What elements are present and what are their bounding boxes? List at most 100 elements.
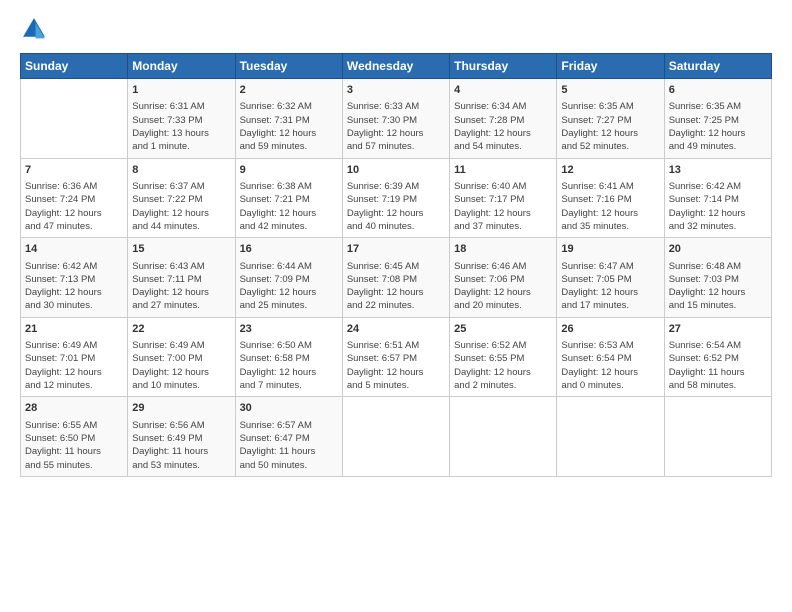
header-cell-thursday: Thursday (450, 54, 557, 79)
header-cell-sunday: Sunday (21, 54, 128, 79)
day-number: 14 (25, 242, 123, 257)
day-info: Sunrise: 6:31 AM Sunset: 7:33 PM Dayligh… (132, 100, 230, 153)
day-info: Sunrise: 6:55 AM Sunset: 6:50 PM Dayligh… (25, 419, 123, 472)
week-row-4: 21 Sunrise: 6:49 AM Sunset: 7:01 PM Dayli… (21, 317, 772, 397)
day-cell: 7 Sunrise: 6:36 AM Sunset: 7:24 PM Daylig… (21, 158, 128, 238)
day-cell: 11 Sunrise: 6:40 AM Sunset: 7:17 PM Dayli… (450, 158, 557, 238)
day-cell: 27 Sunrise: 6:54 AM Sunset: 6:52 PM Dayli… (664, 317, 771, 397)
day-number: 23 (240, 322, 338, 337)
day-cell: 28 Sunrise: 6:55 AM Sunset: 6:50 PM Dayli… (21, 397, 128, 477)
day-info: Sunrise: 6:37 AM Sunset: 7:22 PM Dayligh… (132, 180, 230, 233)
day-info: Sunrise: 6:42 AM Sunset: 7:13 PM Dayligh… (25, 260, 123, 313)
day-cell (450, 397, 557, 477)
day-info: Sunrise: 6:42 AM Sunset: 7:14 PM Dayligh… (669, 180, 767, 233)
header-cell-wednesday: Wednesday (342, 54, 449, 79)
day-number: 25 (454, 322, 552, 337)
day-number: 11 (454, 163, 552, 178)
day-cell: 1 Sunrise: 6:31 AM Sunset: 7:33 PM Daylig… (128, 79, 235, 159)
day-cell (342, 397, 449, 477)
day-cell: 30 Sunrise: 6:57 AM Sunset: 6:47 PM Dayli… (235, 397, 342, 477)
day-cell: 18 Sunrise: 6:46 AM Sunset: 7:06 PM Dayli… (450, 238, 557, 318)
day-info: Sunrise: 6:36 AM Sunset: 7:24 PM Dayligh… (25, 180, 123, 233)
header-cell-tuesday: Tuesday (235, 54, 342, 79)
day-info: Sunrise: 6:35 AM Sunset: 7:27 PM Dayligh… (561, 100, 659, 153)
day-cell: 5 Sunrise: 6:35 AM Sunset: 7:27 PM Daylig… (557, 79, 664, 159)
day-info: Sunrise: 6:52 AM Sunset: 6:55 PM Dayligh… (454, 339, 552, 392)
day-info: Sunrise: 6:41 AM Sunset: 7:16 PM Dayligh… (561, 180, 659, 233)
day-number: 17 (347, 242, 445, 257)
day-info: Sunrise: 6:53 AM Sunset: 6:54 PM Dayligh… (561, 339, 659, 392)
day-info: Sunrise: 6:56 AM Sunset: 6:49 PM Dayligh… (132, 419, 230, 472)
day-cell: 21 Sunrise: 6:49 AM Sunset: 7:01 PM Dayli… (21, 317, 128, 397)
day-cell: 29 Sunrise: 6:56 AM Sunset: 6:49 PM Dayli… (128, 397, 235, 477)
day-info: Sunrise: 6:49 AM Sunset: 7:01 PM Dayligh… (25, 339, 123, 392)
day-number: 5 (561, 83, 659, 98)
day-info: Sunrise: 6:43 AM Sunset: 7:11 PM Dayligh… (132, 260, 230, 313)
day-info: Sunrise: 6:33 AM Sunset: 7:30 PM Dayligh… (347, 100, 445, 153)
day-number: 20 (669, 242, 767, 257)
day-cell: 25 Sunrise: 6:52 AM Sunset: 6:55 PM Dayli… (450, 317, 557, 397)
week-row-2: 7 Sunrise: 6:36 AM Sunset: 7:24 PM Daylig… (21, 158, 772, 238)
day-number: 30 (240, 401, 338, 416)
day-info: Sunrise: 6:40 AM Sunset: 7:17 PM Dayligh… (454, 180, 552, 233)
week-row-3: 14 Sunrise: 6:42 AM Sunset: 7:13 PM Dayli… (21, 238, 772, 318)
day-cell: 6Sunrise: 6:35 AM Sunset: 7:25 PM Daylig… (664, 79, 771, 159)
day-number: 21 (25, 322, 123, 337)
day-number: 27 (669, 322, 767, 337)
day-cell: 13 Sunrise: 6:42 AM Sunset: 7:14 PM Dayli… (664, 158, 771, 238)
day-number: 3 (347, 83, 445, 98)
day-number: 16 (240, 242, 338, 257)
day-cell: 8 Sunrise: 6:37 AM Sunset: 7:22 PM Daylig… (128, 158, 235, 238)
header-cell-friday: Friday (557, 54, 664, 79)
day-info: Sunrise: 6:49 AM Sunset: 7:00 PM Dayligh… (132, 339, 230, 392)
logo (20, 15, 52, 43)
day-cell: 10Sunrise: 6:39 AM Sunset: 7:19 PM Dayli… (342, 158, 449, 238)
page: SundayMondayTuesdayWednesdayThursdayFrid… (0, 0, 792, 612)
day-cell: 26 Sunrise: 6:53 AM Sunset: 6:54 PM Dayli… (557, 317, 664, 397)
day-info: Sunrise: 6:48 AM Sunset: 7:03 PM Dayligh… (669, 260, 767, 313)
day-number: 13 (669, 163, 767, 178)
day-number: 7 (25, 163, 123, 178)
day-info: Sunrise: 6:34 AM Sunset: 7:28 PM Dayligh… (454, 100, 552, 153)
day-cell: 16 Sunrise: 6:44 AM Sunset: 7:09 PM Dayli… (235, 238, 342, 318)
day-cell: 23 Sunrise: 6:50 AM Sunset: 6:58 PM Dayli… (235, 317, 342, 397)
day-info: Sunrise: 6:35 AM Sunset: 7:25 PM Dayligh… (669, 100, 767, 153)
day-cell (664, 397, 771, 477)
day-info: Sunrise: 6:57 AM Sunset: 6:47 PM Dayligh… (240, 419, 338, 472)
day-number: 9 (240, 163, 338, 178)
day-number: 8 (132, 163, 230, 178)
calendar-table: SundayMondayTuesdayWednesdayThursdayFrid… (20, 53, 772, 477)
day-cell (21, 79, 128, 159)
day-cell: 9 Sunrise: 6:38 AM Sunset: 7:21 PM Daylig… (235, 158, 342, 238)
day-number: 4 (454, 83, 552, 98)
day-number: 2 (240, 83, 338, 98)
header-row: SundayMondayTuesdayWednesdayThursdayFrid… (21, 54, 772, 79)
week-row-1: 1 Sunrise: 6:31 AM Sunset: 7:33 PM Daylig… (21, 79, 772, 159)
day-info: Sunrise: 6:46 AM Sunset: 7:06 PM Dayligh… (454, 260, 552, 313)
day-info: Sunrise: 6:50 AM Sunset: 6:58 PM Dayligh… (240, 339, 338, 392)
day-number: 1 (132, 83, 230, 98)
day-info: Sunrise: 6:47 AM Sunset: 7:05 PM Dayligh… (561, 260, 659, 313)
day-cell: 14 Sunrise: 6:42 AM Sunset: 7:13 PM Dayli… (21, 238, 128, 318)
day-cell: 17Sunrise: 6:45 AM Sunset: 7:08 PM Dayli… (342, 238, 449, 318)
day-number: 26 (561, 322, 659, 337)
logo-icon (20, 15, 48, 43)
day-number: 10 (347, 163, 445, 178)
day-cell (557, 397, 664, 477)
day-number: 19 (561, 242, 659, 257)
day-info: Sunrise: 6:54 AM Sunset: 6:52 PM Dayligh… (669, 339, 767, 392)
day-cell: 22Sunrise: 6:49 AM Sunset: 7:00 PM Dayli… (128, 317, 235, 397)
day-cell: 4 Sunrise: 6:34 AM Sunset: 7:28 PM Daylig… (450, 79, 557, 159)
header-cell-monday: Monday (128, 54, 235, 79)
day-number: 18 (454, 242, 552, 257)
day-cell: 2Sunrise: 6:32 AM Sunset: 7:31 PM Daylig… (235, 79, 342, 159)
day-cell: 3 Sunrise: 6:33 AM Sunset: 7:30 PM Daylig… (342, 79, 449, 159)
day-cell: 15Sunrise: 6:43 AM Sunset: 7:11 PM Dayli… (128, 238, 235, 318)
header-cell-saturday: Saturday (664, 54, 771, 79)
day-info: Sunrise: 6:51 AM Sunset: 6:57 PM Dayligh… (347, 339, 445, 392)
day-info: Sunrise: 6:44 AM Sunset: 7:09 PM Dayligh… (240, 260, 338, 313)
day-number: 24 (347, 322, 445, 337)
day-number: 28 (25, 401, 123, 416)
day-number: 29 (132, 401, 230, 416)
day-info: Sunrise: 6:38 AM Sunset: 7:21 PM Dayligh… (240, 180, 338, 233)
